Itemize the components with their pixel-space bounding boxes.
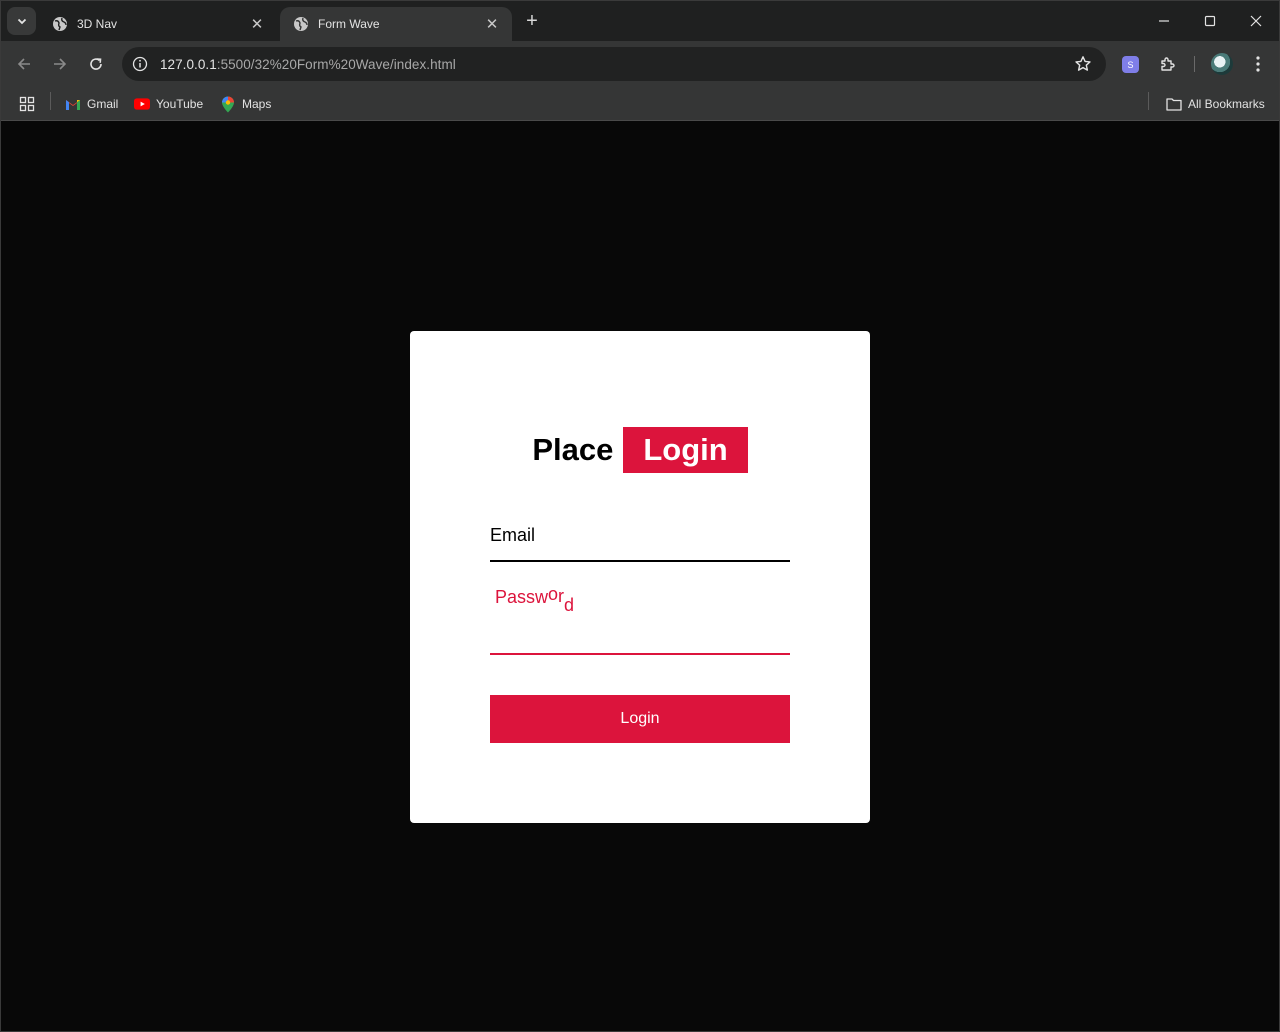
tab-3d-nav[interactable]: 3D Nav ✕ (39, 7, 277, 41)
bookmarks-divider (1148, 92, 1149, 110)
password-label: Password (495, 584, 574, 615)
minimize-icon (1159, 20, 1169, 22)
apps-button[interactable] (19, 93, 35, 115)
url-host: 127.0.0.1 (160, 56, 217, 72)
browser-toolbar: 127.0.0.1:5500/32%20Form%20Wave/index.ht… (1, 41, 1279, 87)
tab-form-wave[interactable]: Form Wave ✕ (280, 7, 512, 41)
address-bar[interactable]: 127.0.0.1:5500/32%20Form%20Wave/index.ht… (122, 47, 1106, 81)
folder-icon (1166, 96, 1182, 112)
close-icon (1250, 15, 1262, 27)
login-card: Place Login Email Password Login (410, 331, 870, 823)
browser-window: 3D Nav ✕ Form Wave ✕ + 127.0.0.1:5500/32… (0, 0, 1280, 1032)
chevron-down-icon (17, 18, 26, 25)
new-tab-button[interactable]: + (521, 11, 543, 33)
close-icon[interactable]: ✕ (249, 16, 265, 33)
back-button[interactable] (10, 50, 38, 78)
maps-icon (220, 96, 236, 112)
minimize-button[interactable] (1141, 1, 1187, 41)
gmail-icon (65, 96, 81, 112)
password-label-part: Passw (495, 587, 549, 607)
reload-icon (90, 58, 102, 70)
password-label-part: d (564, 595, 575, 615)
bookmark-gmail[interactable]: Gmail (65, 93, 118, 115)
tab-strip: 3D Nav ✕ Form Wave ✕ + (1, 1, 1279, 41)
url-path: :5500/32%20Form%20Wave/index.html (216, 56, 456, 72)
bookmark-label: Gmail (87, 97, 119, 111)
close-icon[interactable]: ✕ (484, 16, 500, 33)
toolbar-divider (1194, 56, 1195, 72)
bookmark-youtube[interactable]: YouTube (134, 93, 203, 115)
profile-avatar[interactable] (1211, 53, 1233, 75)
globe-icon (53, 17, 67, 31)
apps-grid-icon (19, 96, 35, 112)
youtube-icon (134, 96, 150, 112)
all-bookmarks-button[interactable]: All Bookmarks (1166, 93, 1265, 115)
email-label: Email (490, 525, 536, 545)
password-label-part: o (548, 584, 559, 604)
maximize-button[interactable] (1187, 1, 1233, 41)
forward-button[interactable] (46, 50, 74, 78)
tab-search-button[interactable] (7, 7, 36, 35)
maximize-icon (1204, 15, 1216, 27)
extension-badge-text: S (1127, 59, 1134, 70)
login-button[interactable]: Login (490, 695, 790, 743)
page-viewport: Place Login Email Password Login (1, 122, 1279, 1031)
arrow-left-icon (17, 58, 30, 70)
bookmark-label: YouTube (156, 97, 204, 111)
bookmark-star-icon[interactable] (1074, 55, 1092, 73)
email-field[interactable]: Email (490, 515, 790, 562)
heading-prefix: Place (532, 432, 614, 467)
url-text[interactable]: 127.0.0.1:5500/32%20Form%20Wave/index.ht… (160, 57, 456, 72)
heading-highlight: Login (623, 427, 748, 473)
window-close-button[interactable] (1233, 1, 1279, 41)
all-bookmarks-label: All Bookmarks (1188, 97, 1265, 111)
extensions-puzzle-icon[interactable] (1158, 54, 1178, 74)
bookmark-maps[interactable]: Maps (220, 93, 271, 115)
globe-icon (294, 17, 308, 31)
tab-title: Form Wave (318, 17, 380, 31)
reload-button[interactable] (82, 50, 110, 78)
form-heading: Place Login (410, 427, 870, 473)
password-field[interactable]: Password (490, 581, 790, 655)
tab-title: 3D Nav (77, 17, 118, 31)
more-vert-icon[interactable] (1249, 54, 1267, 74)
arrow-right-icon (54, 58, 67, 70)
bookmark-label: Maps (242, 97, 272, 111)
extension-s-icon[interactable]: S (1122, 56, 1139, 73)
bookmarks-divider (50, 92, 51, 110)
site-info-icon[interactable] (130, 54, 150, 74)
bookmarks-bar: Gmail YouTube Maps All Bookmarks (1, 87, 1279, 121)
